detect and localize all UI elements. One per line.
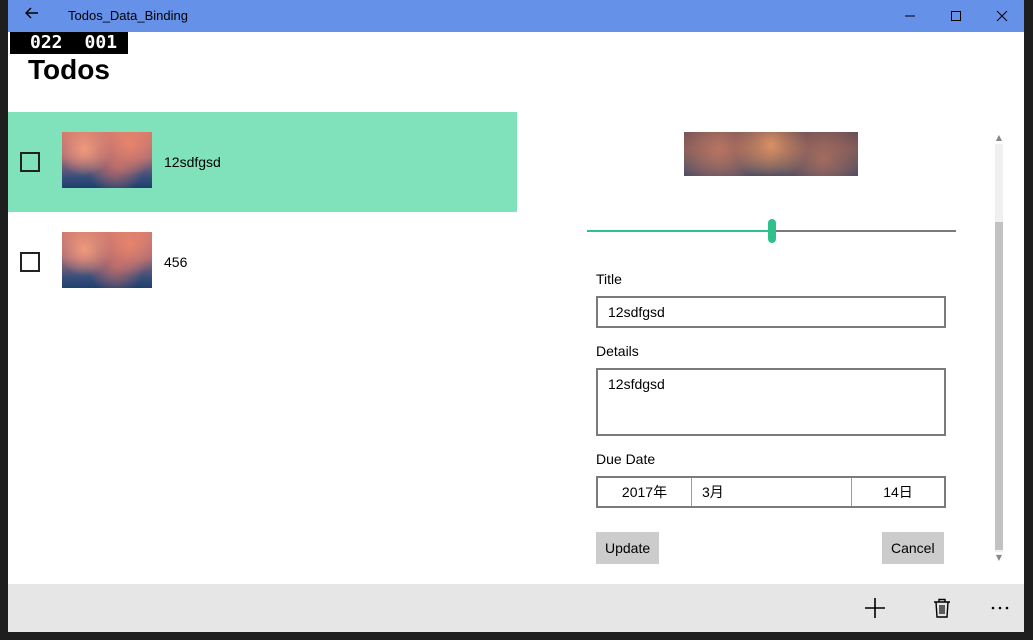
todo-item[interactable]: 12sdfgsd xyxy=(8,112,517,212)
desktop-background-bottom xyxy=(0,632,1033,640)
delete-icon[interactable] xyxy=(918,584,966,632)
todo-label: 456 xyxy=(164,254,188,270)
command-bar xyxy=(8,584,1024,632)
scroll-down-icon[interactable]: ▼ xyxy=(993,552,1005,564)
image-size-slider[interactable] xyxy=(587,218,956,244)
title-input[interactable]: 12sdfgsd xyxy=(596,296,946,328)
todo-checkbox[interactable] xyxy=(20,252,40,272)
slider-track-remaining xyxy=(772,230,956,232)
date-year[interactable]: 2017年 xyxy=(598,478,692,506)
title-label: Title xyxy=(596,271,622,287)
details-textarea[interactable]: 12sfdgsd xyxy=(596,368,946,436)
due-date-label: Due Date xyxy=(596,451,656,467)
scroll-up-icon[interactable]: ▲ xyxy=(993,132,1005,144)
title-bar: Todos_Data_Binding xyxy=(8,0,1024,32)
todo-checkbox[interactable] xyxy=(20,152,40,172)
due-date-picker[interactable]: 2017年 3月 14日 xyxy=(596,476,946,508)
todo-thumbnail xyxy=(62,232,152,288)
back-arrow-icon[interactable] xyxy=(18,4,46,28)
date-month[interactable]: 3月 xyxy=(692,478,852,506)
slider-thumb[interactable] xyxy=(768,219,776,243)
details-label: Details xyxy=(596,343,639,359)
todo-label: 12sdfgsd xyxy=(164,154,221,170)
date-day[interactable]: 14日 xyxy=(852,478,944,506)
scrollbar-thumb[interactable] xyxy=(995,222,1003,550)
slider-track-filled xyxy=(587,230,772,232)
frame-counter-right: 001 xyxy=(84,32,118,53)
minimize-icon[interactable] xyxy=(887,0,933,32)
update-button[interactable]: Update xyxy=(596,532,660,564)
todo-thumbnail xyxy=(62,132,152,188)
add-icon[interactable] xyxy=(851,584,899,632)
detail-image xyxy=(684,132,858,176)
more-icon[interactable] xyxy=(976,584,1024,632)
cancel-button[interactable]: Cancel xyxy=(882,532,944,564)
desktop-background-left xyxy=(0,0,8,640)
frame-rate-counter: 022 001 xyxy=(10,32,128,54)
todo-list: 12sdfgsd 456 xyxy=(8,112,517,312)
app-window: Todos_Data_Binding 022 001 Todos 12sdfgs… xyxy=(8,0,1024,632)
close-icon[interactable] xyxy=(979,0,1024,32)
window-title: Todos_Data_Binding xyxy=(68,8,188,23)
desktop-background-right xyxy=(1024,0,1033,640)
detail-scrollbar[interactable]: ▲ ▼ xyxy=(993,132,1005,564)
page-title: Todos xyxy=(28,54,110,85)
frame-counter-left: 022 xyxy=(30,32,63,53)
todo-item[interactable]: 456 xyxy=(8,212,517,312)
maximize-icon[interactable] xyxy=(933,0,979,32)
